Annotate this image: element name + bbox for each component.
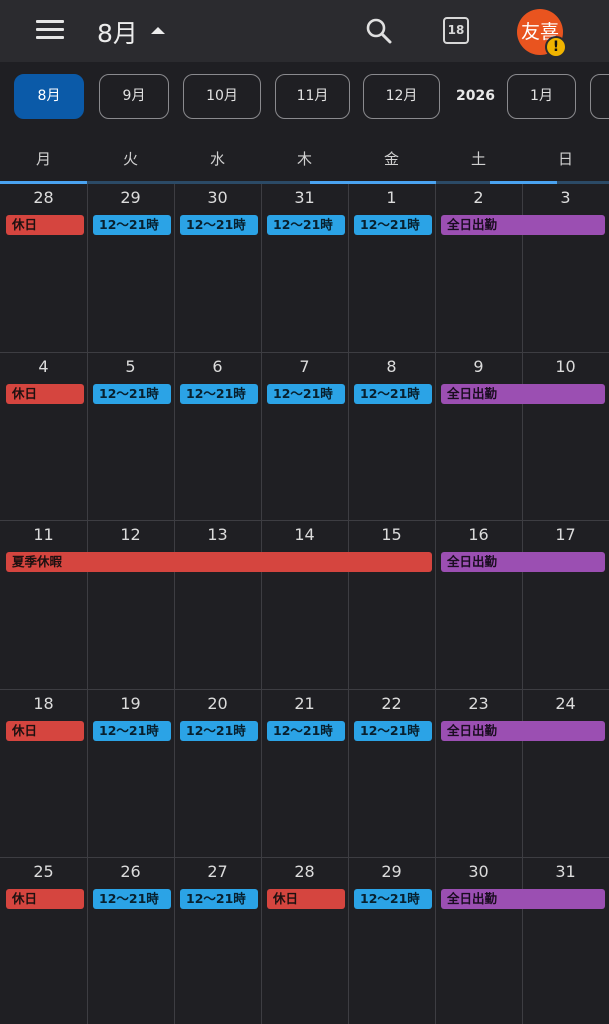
event-chip[interactable]: 全日出勤 <box>441 552 605 572</box>
event-chip[interactable]: 12～21時 <box>93 215 171 235</box>
day-number[interactable]: 6 <box>174 357 261 376</box>
event-chip[interactable]: 休日 <box>267 889 345 909</box>
event-chip[interactable]: 12～21時 <box>180 720 258 741</box>
day-number[interactable]: 19 <box>87 694 174 713</box>
month-chip-aug[interactable]: 8月 <box>14 74 84 119</box>
weekday-label: 火 <box>122 150 138 168</box>
day-number[interactable]: 17 <box>522 525 609 544</box>
warning-icon: ! <box>545 36 567 58</box>
day-number[interactable]: 4 <box>0 357 87 376</box>
day-number[interactable]: 30 <box>435 862 522 881</box>
event-chip[interactable]: 12～21時 <box>93 889 171 909</box>
hamburger-menu-icon[interactable] <box>36 20 64 42</box>
day-number[interactable]: 20 <box>174 694 261 713</box>
grid-column-divider <box>348 184 349 1024</box>
weekday-label: 木 <box>296 150 312 168</box>
day-number[interactable]: 23 <box>435 694 522 713</box>
day-number[interactable]: 13 <box>174 525 261 544</box>
top-app-bar: 8月 18 友喜 ! <box>0 0 609 62</box>
weekday-label: 土 <box>470 150 486 168</box>
day-number[interactable]: 27 <box>174 862 261 881</box>
grid-row-divider <box>0 688 609 690</box>
day-number[interactable]: 5 <box>87 357 174 376</box>
day-number[interactable]: 18 <box>0 694 87 713</box>
day-number[interactable]: 28 <box>0 188 87 207</box>
event-chip[interactable]: 12～21時 <box>180 215 258 235</box>
day-number[interactable]: 9 <box>435 357 522 376</box>
weekday-header: 月火水木金土日 <box>0 124 609 182</box>
month-selector-strip: 8月 9月 10月 11月 12月 2026 1月 <box>0 62 609 124</box>
grid-row-divider <box>0 520 609 521</box>
month-grid: 28 29 30 31 1 2 3 休日 12～21時 12～21時 12～21時 12～21時 全日出… <box>0 184 609 1024</box>
day-number[interactable]: 10 <box>522 357 609 376</box>
day-number[interactable]: 22 <box>348 694 435 713</box>
month-chip-next-partial[interactable] <box>590 74 609 119</box>
event-chip[interactable]: 12～21時 <box>267 215 345 235</box>
event-chip[interactable]: 夏季休暇 <box>6 552 432 572</box>
event-chip[interactable]: 12～21時 <box>354 383 432 404</box>
month-chip-nov[interactable]: 11月 <box>275 74 350 119</box>
event-chip[interactable]: 休日 <box>6 215 84 235</box>
day-number[interactable]: 29 <box>87 188 174 207</box>
day-number[interactable]: 1 <box>348 188 435 207</box>
day-number[interactable]: 29 <box>348 862 435 881</box>
grid-column-divider <box>261 184 262 1024</box>
day-number[interactable]: 16 <box>435 525 522 544</box>
search-icon[interactable] <box>364 16 394 46</box>
day-number[interactable]: 12 <box>87 525 174 544</box>
weekday-label: 水 <box>209 150 225 168</box>
event-chip[interactable]: 全日出勤 <box>441 383 605 404</box>
event-chip[interactable]: 12～21時 <box>93 720 171 741</box>
day-number[interactable]: 28 <box>261 862 348 881</box>
month-chip-sep[interactable]: 9月 <box>99 74 169 119</box>
grid-row-divider <box>0 351 609 353</box>
day-number[interactable]: 15 <box>348 525 435 544</box>
event-chip[interactable]: 12～21時 <box>267 720 345 741</box>
event-chip[interactable]: 12～21時 <box>180 383 258 404</box>
day-number[interactable]: 8 <box>348 357 435 376</box>
event-chip[interactable]: 全日出勤 <box>441 215 605 235</box>
month-title[interactable]: 8月 <box>97 14 138 50</box>
grid-column-divider <box>87 184 88 1024</box>
day-number[interactable]: 11 <box>0 525 87 544</box>
event-chip[interactable]: 休日 <box>6 383 84 404</box>
day-number[interactable]: 21 <box>261 694 348 713</box>
day-number[interactable]: 3 <box>522 188 609 207</box>
event-chip[interactable]: 12～21時 <box>354 889 432 909</box>
day-number[interactable]: 2 <box>435 188 522 207</box>
day-number[interactable]: 30 <box>174 188 261 207</box>
weekday-label: 月 <box>35 150 51 168</box>
event-chip[interactable]: 12～21時 <box>354 215 432 235</box>
event-chip[interactable]: 全日出勤 <box>441 889 605 909</box>
event-chip[interactable]: 12～21時 <box>93 383 171 404</box>
event-chip[interactable]: 12～21時 <box>354 720 432 741</box>
year-label: 2026 <box>456 88 495 104</box>
weekday-label: 金 <box>383 150 399 168</box>
day-number[interactable]: 24 <box>522 694 609 713</box>
today-calendar-icon[interactable]: 18 <box>443 17 469 44</box>
event-chip[interactable]: 休日 <box>6 720 84 741</box>
event-chip[interactable]: 休日 <box>6 889 84 909</box>
day-number[interactable]: 31 <box>261 188 348 207</box>
day-number[interactable]: 31 <box>522 862 609 881</box>
caret-up-icon[interactable] <box>151 27 165 34</box>
weekday-label: 日 <box>557 150 573 168</box>
event-chip[interactable]: 12～21時 <box>267 383 345 404</box>
grid-column-divider <box>174 184 175 1024</box>
month-chip-dec[interactable]: 12月 <box>363 74 440 119</box>
grid-column-divider <box>435 184 436 1024</box>
day-number[interactable]: 14 <box>261 525 348 544</box>
month-chip-jan[interactable]: 1月 <box>507 74 576 119</box>
day-number[interactable]: 7 <box>261 357 348 376</box>
event-chip[interactable]: 全日出勤 <box>441 720 605 741</box>
grid-row-divider <box>0 857 609 858</box>
event-chip[interactable]: 12～21時 <box>180 889 258 909</box>
day-number[interactable]: 26 <box>87 862 174 881</box>
day-number[interactable]: 25 <box>0 862 87 881</box>
month-chip-oct[interactable]: 10月 <box>183 74 261 119</box>
